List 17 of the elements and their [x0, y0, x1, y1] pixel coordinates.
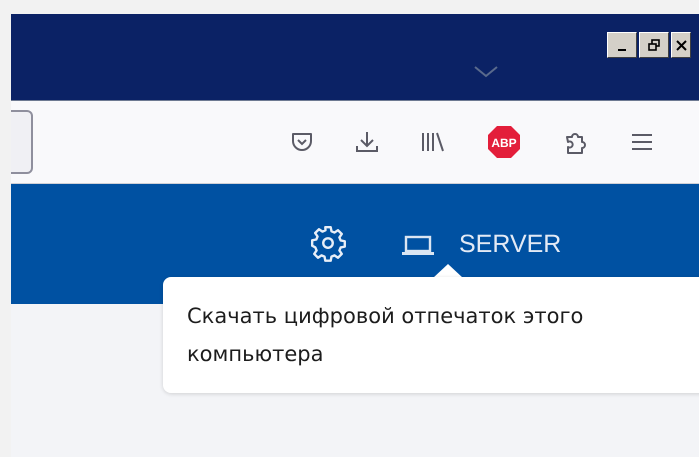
library-icon[interactable]: [421, 131, 445, 153]
minimize-icon: [618, 49, 626, 51]
restore-button[interactable]: [639, 32, 669, 58]
restore-icon: [648, 39, 660, 51]
address-field[interactable]: [11, 110, 33, 174]
menu-icon[interactable]: [631, 133, 653, 151]
close-icon: [676, 40, 687, 50]
settings-icon[interactable]: [309, 224, 347, 262]
download-icon[interactable]: [355, 130, 379, 154]
chevron-down-icon[interactable]: [474, 66, 498, 78]
pocket-icon[interactable]: [291, 132, 313, 152]
close-button[interactable]: [671, 32, 691, 58]
stop-sign-icon[interactable]: ABP: [487, 125, 521, 159]
laptop-icon: [401, 234, 435, 256]
minimize-button[interactable]: [607, 32, 637, 58]
tooltip-text: Скачать цифровой отпечаток этого компьютера: [187, 303, 584, 368]
server-button[interactable]: SERVER: [401, 230, 562, 259]
